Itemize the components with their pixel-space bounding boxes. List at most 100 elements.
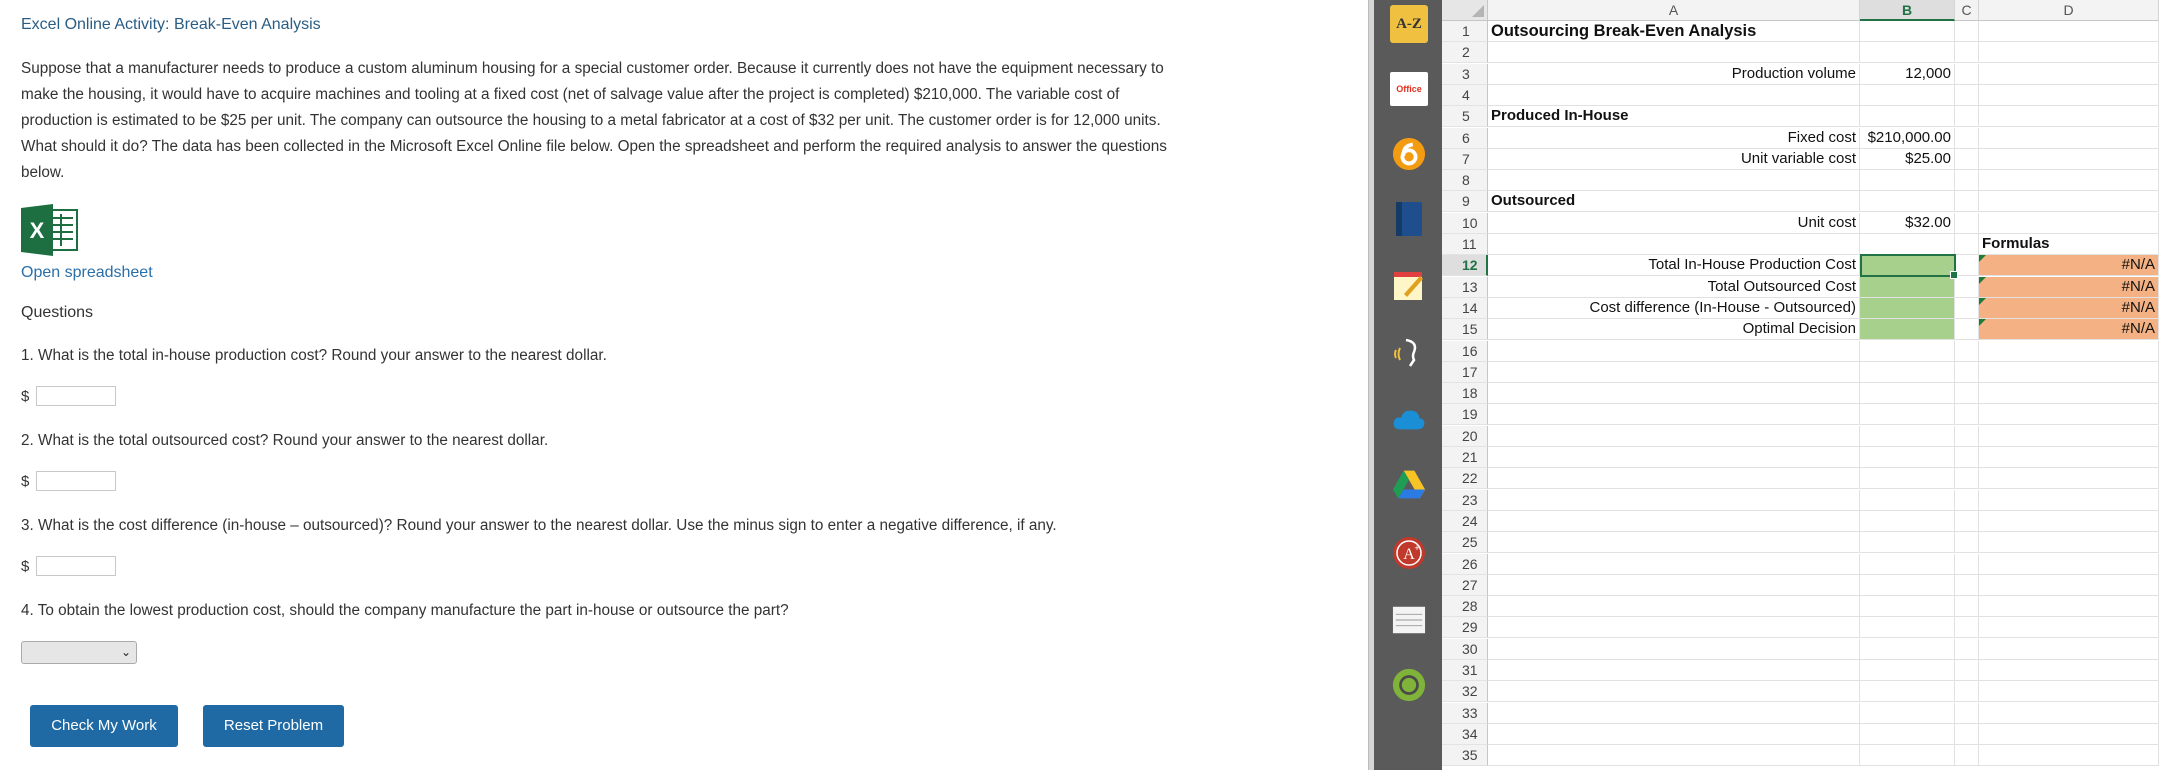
answer-2-input[interactable] <box>36 471 116 491</box>
cell-c19[interactable] <box>1955 404 1979 426</box>
cell-a24[interactable] <box>1488 510 1860 532</box>
excel-file-icon[interactable]: X <box>21 204 79 256</box>
cell-b10[interactable]: $32.00 <box>1860 212 1955 234</box>
cell-a35[interactable] <box>1488 745 1860 767</box>
profile-circle-icon[interactable] <box>1392 668 1426 702</box>
cell-c25[interactable] <box>1955 532 1979 554</box>
notes-icon[interactable] <box>1392 603 1426 637</box>
cell-a3[interactable]: Production volume <box>1488 63 1860 85</box>
row-header-24[interactable]: 24 <box>1442 510 1488 532</box>
cell-c9[interactable] <box>1955 191 1979 213</box>
cell-d9[interactable] <box>1979 191 2159 213</box>
row-header-20[interactable]: 20 <box>1442 425 1488 447</box>
reset-problem-button[interactable]: Reset Problem <box>203 705 344 747</box>
cell-c27[interactable] <box>1955 574 1979 596</box>
row-header-23[interactable]: 23 <box>1442 489 1488 511</box>
cell-b33[interactable] <box>1860 702 1955 724</box>
cell-c13[interactable] <box>1955 276 1979 298</box>
cell-d32[interactable] <box>1979 681 2159 703</box>
cell-a18[interactable] <box>1488 383 1860 405</box>
row-header-1[interactable]: 1 <box>1442 21 1488 42</box>
cell-a4[interactable] <box>1488 84 1860 106</box>
az-dictionary-icon[interactable]: A-Z <box>1390 5 1428 43</box>
cell-c10[interactable] <box>1955 212 1979 234</box>
row-header-15[interactable]: 15 <box>1442 319 1488 341</box>
cell-a31[interactable] <box>1488 660 1860 681</box>
cell-c8[interactable] <box>1955 170 1979 192</box>
cell-b28[interactable] <box>1860 596 1955 618</box>
open-spreadsheet-link[interactable]: Open spreadsheet <box>21 264 153 282</box>
cell-b6[interactable]: $210,000.00 <box>1860 127 1955 149</box>
cell-b1[interactable] <box>1860 21 1955 42</box>
cell-d6[interactable] <box>1979 127 2159 149</box>
column-header-a[interactable]: A <box>1488 0 1860 21</box>
cell-c21[interactable] <box>1955 447 1979 468</box>
cell-b31[interactable] <box>1860 660 1955 681</box>
cell-b22[interactable] <box>1860 468 1955 490</box>
row-header-17[interactable]: 17 <box>1442 361 1488 383</box>
row-header-11[interactable]: 11 <box>1442 234 1488 255</box>
select-all-corner[interactable] <box>1442 0 1488 21</box>
cell-a5[interactable]: Produced In-House <box>1488 106 1860 128</box>
cell-c6[interactable] <box>1955 127 1979 149</box>
cell-a23[interactable] <box>1488 489 1860 511</box>
cell-b14[interactable] <box>1860 297 1955 319</box>
cell-b18[interactable] <box>1860 383 1955 405</box>
cell-c3[interactable] <box>1955 63 1979 85</box>
cell-c34[interactable] <box>1955 723 1979 745</box>
cell-d26[interactable] <box>1979 553 2159 575</box>
answer-1-input[interactable] <box>36 386 116 406</box>
cell-d27[interactable] <box>1979 574 2159 596</box>
cell-a14[interactable]: Cost difference (In-House - Outsourced) <box>1488 297 1860 319</box>
cell-c12[interactable] <box>1955 255 1979 277</box>
row-header-30[interactable]: 30 <box>1442 638 1488 660</box>
cell-b23[interactable] <box>1860 489 1955 511</box>
cell-c35[interactable] <box>1955 745 1979 767</box>
row-header-19[interactable]: 19 <box>1442 404 1488 426</box>
cell-a33[interactable] <box>1488 702 1860 724</box>
row-header-4[interactable]: 4 <box>1442 84 1488 106</box>
cell-d3[interactable] <box>1979 63 2159 85</box>
read-aloud-icon[interactable] <box>1392 336 1426 370</box>
row-header-9[interactable]: 9 <box>1442 191 1488 213</box>
row-header-12[interactable]: 12 <box>1442 255 1488 277</box>
cell-b12[interactable] <box>1860 255 1955 277</box>
cell-a20[interactable] <box>1488 425 1860 447</box>
row-header-8[interactable]: 8 <box>1442 170 1488 192</box>
cell-b32[interactable] <box>1860 681 1955 703</box>
row-header-28[interactable]: 28 <box>1442 596 1488 618</box>
cell-d2[interactable] <box>1979 42 2159 64</box>
cell-d11[interactable]: Formulas <box>1979 234 2159 255</box>
cell-d33[interactable] <box>1979 702 2159 724</box>
column-header-c[interactable]: C <box>1955 0 1979 21</box>
cell-c14[interactable] <box>1955 297 1979 319</box>
six-circle-icon[interactable] <box>1392 137 1426 171</box>
cell-d19[interactable] <box>1979 404 2159 426</box>
cell-a16[interactable] <box>1488 340 1860 362</box>
cell-a26[interactable] <box>1488 553 1860 575</box>
cell-d25[interactable] <box>1979 532 2159 554</box>
cell-b21[interactable] <box>1860 447 1955 468</box>
cell-b13[interactable] <box>1860 276 1955 298</box>
cell-a25[interactable] <box>1488 532 1860 554</box>
row-header-25[interactable]: 25 <box>1442 532 1488 554</box>
row-header-31[interactable]: 31 <box>1442 660 1488 681</box>
cell-d12[interactable]: #N/A <box>1979 255 2159 277</box>
cell-b34[interactable] <box>1860 723 1955 745</box>
cell-d14[interactable]: #N/A <box>1979 297 2159 319</box>
cell-d5[interactable] <box>1979 106 2159 128</box>
cell-a15[interactable]: Optimal Decision <box>1488 319 1860 341</box>
cell-c24[interactable] <box>1955 510 1979 532</box>
cell-d28[interactable] <box>1979 596 2159 618</box>
cell-b15[interactable] <box>1860 319 1955 341</box>
cell-d15[interactable]: #N/A <box>1979 319 2159 341</box>
cell-b19[interactable] <box>1860 404 1955 426</box>
cell-b16[interactable] <box>1860 340 1955 362</box>
row-header-33[interactable]: 33 <box>1442 702 1488 724</box>
cell-d17[interactable] <box>1979 361 2159 383</box>
decision-select[interactable]: ⌄ <box>21 641 137 664</box>
cell-d35[interactable] <box>1979 745 2159 767</box>
cell-a10[interactable]: Unit cost <box>1488 212 1860 234</box>
cell-a2[interactable] <box>1488 42 1860 64</box>
cell-b27[interactable] <box>1860 574 1955 596</box>
